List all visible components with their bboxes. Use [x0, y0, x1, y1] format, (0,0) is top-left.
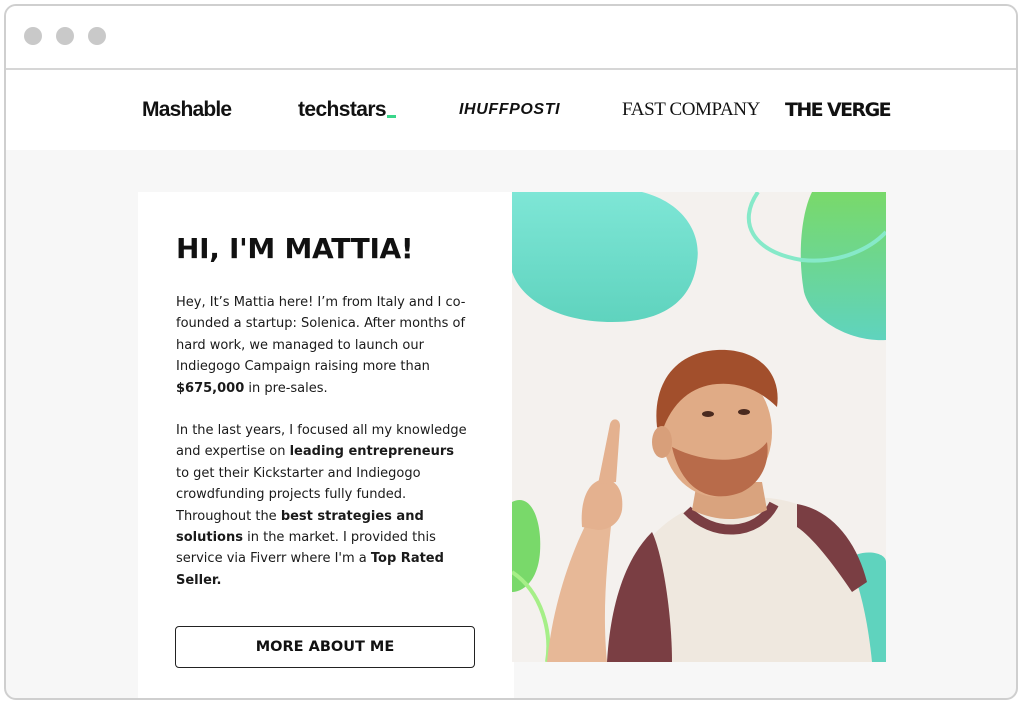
intro-text-end: in pre-sales.: [244, 380, 328, 396]
expertise-paragraph: In the last years, I focused all my know…: [176, 420, 468, 591]
window-titlebar: [6, 6, 1016, 70]
intro-amount: $675,000: [176, 380, 245, 396]
press-logos-bar: Mashable techstars IHUFFPOSTI FAST COMPA…: [6, 70, 1016, 150]
huffpost-logo: IHUFFPOSTI: [459, 101, 561, 118]
techstars-logo: techstars: [298, 94, 396, 126]
profile-photo: [512, 192, 886, 662]
techstars-underline-mark: [386, 115, 396, 118]
about-card: HI, I'M MATTIA! Hey, It’s Mattia here! I…: [138, 192, 514, 698]
window-control-dot[interactable]: [56, 27, 74, 45]
expertise-bold: leading entrepreneurs: [289, 444, 455, 460]
more-about-me-button[interactable]: MORE ABOUT ME: [175, 626, 475, 668]
window-control-dot[interactable]: [88, 27, 106, 45]
page-title: HI, I'M MATTIA!: [176, 232, 414, 265]
intro-paragraph: Hey, It’s Mattia here! I’m from Italy an…: [176, 292, 468, 399]
techstars-logo-text: techstars: [298, 98, 387, 121]
mashable-logo: Mashable: [142, 98, 232, 121]
window-control-dot[interactable]: [24, 27, 42, 45]
theverge-logo: THE VERGE: [785, 99, 892, 121]
profile-photo-illustration: [512, 192, 886, 662]
intro-text: Hey, It’s Mattia here! I’m from Italy an…: [176, 295, 466, 375]
browser-window: Mashable techstars IHUFFPOSTI FAST COMPA…: [4, 4, 1018, 700]
fastcompany-logo: FAST COMPANY: [622, 99, 760, 120]
